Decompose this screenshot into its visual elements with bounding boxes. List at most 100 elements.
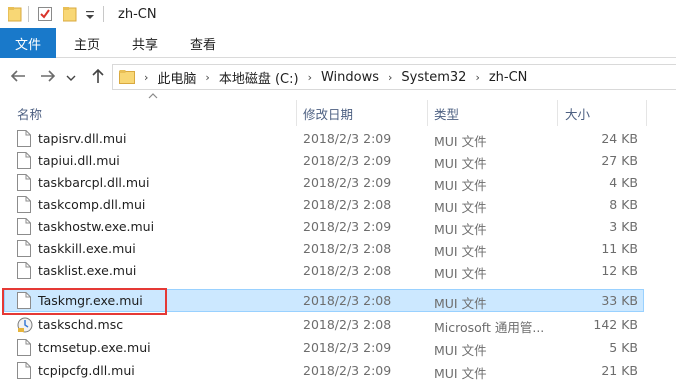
file-name[interactable]: tasklist.exe.mui xyxy=(38,263,136,278)
up-button[interactable] xyxy=(88,66,108,88)
file-name[interactable]: taskhostw.exe.mui xyxy=(38,219,154,234)
file-name[interactable]: tcmsetup.exe.mui xyxy=(38,340,151,355)
tab-file[interactable]: 文件 xyxy=(0,28,56,58)
file-row[interactable]: tapisrv.dll.mui 2018/2/3 2:09 MUI 文件 24 KB xyxy=(0,127,676,150)
file-type: Microsoft 通用管... xyxy=(434,320,545,335)
tab-view[interactable]: 查看 xyxy=(190,28,216,58)
toolbar-separator xyxy=(28,6,29,22)
file-row[interactable]: tcpipcfg.dll.mui 2018/2/3 2:09 MUI 文件 21 KB xyxy=(0,359,676,381)
file-size: 3 KB xyxy=(609,219,638,234)
file-date: 2018/2/3 2:09 xyxy=(303,175,392,190)
address-bar[interactable]: › 此电脑 › 本地磁盘 (C:) › Windows › System32 ›… xyxy=(112,64,676,90)
file-icon xyxy=(17,240,31,257)
file-icon xyxy=(17,362,31,379)
breadcrumb-item[interactable]: Windows xyxy=(321,70,379,85)
file-date: 2018/2/3 2:08 xyxy=(303,241,392,256)
file-icon xyxy=(17,262,31,279)
file-size: 4 KB xyxy=(609,175,638,190)
back-button[interactable] xyxy=(8,66,28,88)
column-divider[interactable] xyxy=(427,100,428,126)
file-name[interactable]: tapiui.dll.mui xyxy=(38,153,120,168)
file-date: 2018/2/3 2:09 xyxy=(303,153,392,168)
forward-arrow-icon xyxy=(40,69,56,86)
chevron-down-icon xyxy=(66,70,76,85)
file-row[interactable]: tasklist.exe.mui 2018/2/3 2:08 MUI 文件 12 KB xyxy=(0,259,676,282)
file-date: 2018/2/3 2:08 xyxy=(303,293,392,308)
up-arrow-icon xyxy=(91,68,105,87)
file-type: MUI 文件 xyxy=(434,296,487,311)
file-type: MUI 文件 xyxy=(434,156,487,171)
scheduler-icon xyxy=(17,316,33,333)
file-name[interactable]: tapisrv.dll.mui xyxy=(38,131,126,146)
chevron-right-icon[interactable]: › xyxy=(144,71,148,84)
toolbar-separator xyxy=(103,6,104,22)
file-name[interactable]: taskschd.msc xyxy=(38,317,123,332)
folder-icon xyxy=(119,69,135,85)
breadcrumb-item[interactable]: 本地磁盘 (C:) xyxy=(219,68,299,87)
file-type: MUI 文件 xyxy=(434,222,487,237)
file-size: 12 KB xyxy=(601,263,638,278)
file-row[interactable]: taskbarcpl.dll.mui 2018/2/3 2:09 MUI 文件 4 K… xyxy=(0,171,676,194)
file-row[interactable]: taskcomp.dll.mui 2018/2/3 2:08 MUI 文件 8 KB xyxy=(0,193,676,216)
file-size: 8 KB xyxy=(609,197,638,212)
file-size: 142 KB xyxy=(593,317,638,332)
properties-icon[interactable] xyxy=(37,6,53,22)
customize-toolbar-icon[interactable] xyxy=(85,6,95,22)
back-arrow-icon xyxy=(10,69,26,86)
chevron-right-icon[interactable]: › xyxy=(308,71,312,84)
column-divider[interactable] xyxy=(296,100,297,126)
file-icon xyxy=(17,339,31,356)
file-type: MUI 文件 xyxy=(434,200,487,215)
tab-home[interactable]: 主页 xyxy=(74,28,100,58)
file-type: MUI 文件 xyxy=(434,134,487,149)
file-date: 2018/2/3 2:08 xyxy=(303,317,392,332)
quick-access-toolbar xyxy=(0,0,112,28)
column-header-date[interactable]: 修改日期 xyxy=(303,100,353,126)
file-type: MUI 文件 xyxy=(434,343,487,358)
column-header-name[interactable]: 名称 xyxy=(17,100,42,126)
title-bar: zh-CN xyxy=(0,0,676,28)
file-row[interactable]: taskhostw.exe.mui 2018/2/3 2:09 MUI 文件 3 KB xyxy=(0,215,676,238)
file-icon xyxy=(17,130,31,147)
file-size: 33 KB xyxy=(601,293,638,308)
file-type: MUI 文件 xyxy=(434,366,487,381)
chevron-right-icon[interactable]: › xyxy=(475,71,479,84)
file-type: MUI 文件 xyxy=(434,244,487,259)
file-row[interactable]: taskkill.exe.mui 2018/2/3 2:08 MUI 文件 11 KB xyxy=(0,237,676,260)
navigation-bar: › 此电脑 › 本地磁盘 (C:) › Windows › System32 ›… xyxy=(0,62,676,92)
breadcrumb-item[interactable]: 此电脑 xyxy=(157,68,196,87)
file-name[interactable]: tcpipcfg.dll.mui xyxy=(38,363,135,378)
file-row[interactable]: tapiui.dll.mui 2018/2/3 2:09 MUI 文件 27 KB xyxy=(0,149,676,172)
file-date: 2018/2/3 2:08 xyxy=(303,263,392,278)
file-name[interactable]: taskbarcpl.dll.mui xyxy=(38,175,149,190)
file-icon xyxy=(17,174,31,191)
file-date: 2018/2/3 2:09 xyxy=(303,219,392,234)
ribbon: 文件 主页 共享 查看 xyxy=(0,28,676,58)
column-divider[interactable] xyxy=(557,100,558,126)
file-row[interactable]: taskschd.msc 2018/2/3 2:08 Microsoft 通用管..… xyxy=(0,313,676,336)
file-type: MUI 文件 xyxy=(434,266,487,281)
window-title: zh-CN xyxy=(118,6,157,22)
breadcrumb-item[interactable]: System32 xyxy=(401,70,466,85)
column-header-type[interactable]: 类型 xyxy=(434,100,459,126)
file-date: 2018/2/3 2:08 xyxy=(303,197,392,212)
file-date: 2018/2/3 2:09 xyxy=(303,131,392,146)
column-divider[interactable] xyxy=(646,100,647,126)
breadcrumb-item[interactable]: zh-CN xyxy=(489,70,528,85)
file-size: 24 KB xyxy=(601,131,638,146)
file-type: MUI 文件 xyxy=(434,178,487,193)
forward-button[interactable] xyxy=(38,66,58,88)
breadcrumb: › 此电脑 › 本地磁盘 (C:) › Windows › System32 ›… xyxy=(135,68,527,87)
tab-share[interactable]: 共享 xyxy=(132,28,158,58)
column-header-size[interactable]: 大小 xyxy=(565,100,590,126)
new-folder-icon[interactable] xyxy=(62,6,77,22)
chevron-right-icon[interactable]: › xyxy=(205,71,209,84)
chevron-right-icon[interactable]: › xyxy=(388,71,392,84)
folder-icon[interactable] xyxy=(7,6,22,22)
recent-locations-button[interactable] xyxy=(64,66,78,88)
file-name[interactable]: taskcomp.dll.mui xyxy=(38,197,145,212)
file-row[interactable]: tcmsetup.exe.mui 2018/2/3 2:09 MUI 文件 5 KB xyxy=(0,336,676,359)
file-name[interactable]: taskkill.exe.mui xyxy=(38,241,136,256)
file-size: 21 KB xyxy=(601,363,638,378)
file-icon xyxy=(17,196,31,213)
